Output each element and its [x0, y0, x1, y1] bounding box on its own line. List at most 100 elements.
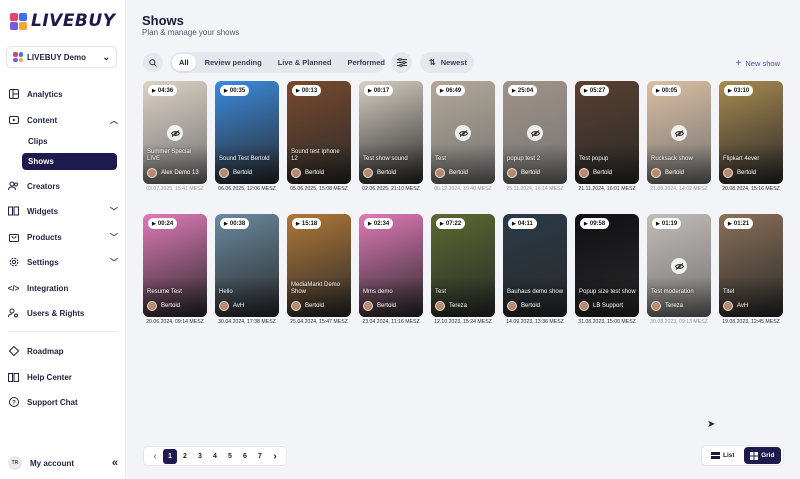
show-name: Test moderation	[651, 289, 694, 295]
creator-name: Bertold	[521, 303, 541, 309]
book-icon	[8, 372, 19, 383]
nav-widgets[interactable]: Widgets ﹀	[8, 203, 118, 219]
nav-content[interactable]: Content ︿	[8, 112, 118, 128]
show-thumbnail: ▶ 00:05 Rucksack show Bertold	[647, 81, 711, 184]
nav-analytics[interactable]: Analytics	[8, 86, 118, 102]
grid-view-button[interactable]: Grid	[743, 447, 781, 464]
show-thumbnail: ▶ 03:10 Flipkart 4ever Bertold	[719, 81, 783, 184]
tab-all[interactable]: All	[172, 54, 196, 71]
brand-name: LIVEBUY	[31, 11, 116, 31]
duration-badge: ▶ 00:17	[364, 85, 394, 96]
show-name: Test	[435, 289, 447, 295]
thumbnail-shade	[215, 277, 279, 317]
nav-roadmap[interactable]: Roadmap	[8, 343, 118, 359]
sort-button[interactable]: ⇅ Newest	[420, 52, 474, 73]
creator-name: Bertold	[161, 303, 181, 309]
show-card[interactable]: ▶ 00:05 Rucksack show Bertold 21.08.2024, 14…	[647, 81, 711, 199]
duration-badge: ▶ 00:05	[652, 85, 682, 96]
list-view-button[interactable]: List	[704, 447, 742, 464]
duration-badge: ▶ 04:11	[508, 218, 537, 229]
avatar	[507, 168, 517, 178]
filter-button[interactable]	[391, 52, 412, 73]
creator: LB Support	[579, 301, 623, 311]
show-card[interactable]: ▶ 03:10 Flipkart 4ever Bertold 20.08.2024, 1…	[719, 81, 783, 199]
prev-page-icon[interactable]: ‹	[148, 449, 162, 464]
nav-help-center[interactable]: Help Center	[8, 369, 118, 385]
duration-text: 25:04	[517, 87, 534, 94]
eye-off-icon	[671, 125, 687, 141]
duration-text: 09:58	[589, 220, 606, 227]
show-card[interactable]: ▶ 00:13 Sound test Iphone 12 Bertold 05.06.2…	[287, 81, 351, 199]
tab-live-planned[interactable]: Live & Planned	[271, 54, 339, 71]
show-card[interactable]: ▶ 06:49 Test Bertold 06.12.2024, 19:40 MESZ	[431, 81, 495, 199]
creator-name: Tereza	[665, 303, 684, 309]
page-button[interactable]: 6	[238, 449, 252, 464]
show-thumbnail: ▶ 01:19 Test moderation Tereza	[647, 214, 711, 317]
show-card[interactable]: ▶ 01:19 Test moderation Tereza 30.08.2023, 0…	[647, 214, 711, 332]
duration-text: 00:05	[661, 87, 678, 94]
search-button[interactable]	[143, 53, 163, 72]
show-card[interactable]: ▶ 00:17 Test show sound Bertold 02.06.2025, …	[359, 81, 423, 199]
duration-text: 00:17	[373, 87, 390, 94]
show-card[interactable]: ▶ 07:22 Test Tereza 12.10.2023, 15:24 MESZ	[431, 214, 495, 332]
thumbnail-shade	[647, 144, 711, 184]
new-show-button[interactable]: + New show	[736, 58, 780, 69]
show-card[interactable]: ▶ 05:27 Test popup Bertold 21.11.2024, 16:01…	[575, 81, 639, 199]
creator-name: Bertold	[377, 303, 397, 309]
page-button[interactable]: 7	[253, 449, 267, 464]
page-button[interactable]: 4	[208, 449, 222, 464]
nav-users-rights[interactable]: Users & Rights	[8, 305, 118, 321]
nav-products[interactable]: Products ﹀	[8, 229, 118, 245]
thumbnail-shade	[575, 144, 639, 184]
next-page-icon[interactable]: ›	[268, 449, 282, 464]
nav-settings[interactable]: Settings ﹀	[8, 254, 118, 270]
status-tabs: All Review pending Live & Planned Perfor…	[170, 52, 385, 73]
list-view-label: List	[722, 452, 735, 459]
nav-support-chat[interactable]: ? Support Chat	[8, 394, 118, 410]
creator-name: Bertold	[521, 170, 541, 176]
creator: Bertold	[363, 168, 396, 178]
nav-creators[interactable]: Creators	[8, 178, 118, 194]
play-icon: ▶	[728, 220, 732, 227]
nav-integration[interactable]: </> Integration	[8, 280, 118, 296]
duration-text: 04:36	[157, 87, 174, 94]
show-card[interactable]: ▶ 25:04 popup test 2 Bertold 25.11.2024, 16:…	[503, 81, 567, 199]
avatar	[651, 168, 661, 178]
eye-off-icon	[455, 125, 471, 141]
page-button[interactable]: 2	[178, 449, 192, 464]
show-card[interactable]: ▶ 15:18 MediaMarkt Demo Show Bertold 25.04.2…	[287, 214, 351, 332]
show-card[interactable]: ▶ 00:35 Sound Test Bertold Bertold 06.06.202…	[215, 81, 279, 199]
sort-label: Newest	[440, 58, 467, 67]
show-thumbnail: ▶ 00:17 Test show sound Bertold	[359, 81, 423, 184]
brand-logo[interactable]: LIVEBUY	[10, 11, 116, 31]
play-icon: ▶	[656, 87, 660, 94]
show-card[interactable]: ▶ 04:36 Summer Special LIVE Alex Demo 13 03.…	[143, 81, 207, 199]
my-account[interactable]: TR My account «	[8, 455, 118, 471]
collapse-sidebar-icon[interactable]: «	[112, 457, 118, 469]
show-name: Sound test Iphone 12	[291, 149, 340, 162]
show-thumbnail: ▶ 05:27 Test popup Bertold	[575, 81, 639, 184]
creator-name: Bertold	[305, 303, 325, 309]
tab-performed[interactable]: Performed	[340, 54, 392, 71]
play-icon: ▶	[512, 87, 516, 94]
nav-shows[interactable]: Shows	[22, 153, 117, 170]
show-thumbnail: ▶ 00:35 Sound Test Bertold Bertold	[215, 81, 279, 184]
thumbnail-shade	[359, 144, 423, 184]
page-button[interactable]: 5	[223, 449, 237, 464]
creator: Bertold	[219, 168, 252, 178]
page-button[interactable]: 3	[193, 449, 207, 464]
show-card[interactable]: ▶ 01:21 Titel AvH 19.08.2023, 12:45 MESZ	[719, 214, 783, 332]
show-thumbnail: ▶ 06:49 Test Bertold	[431, 81, 495, 184]
page-button[interactable]: 1	[163, 448, 177, 464]
show-card[interactable]: ▶ 02:34 Mms demo Bertold 23.04.2024, 11:16 M…	[359, 214, 423, 332]
show-card[interactable]: ▶ 00:24 Resume Test Bertold 20.06.2024, 09:1…	[143, 214, 207, 332]
show-thumbnail: ▶ 15:18 MediaMarkt Demo Show Bertold	[287, 214, 351, 317]
avatar	[723, 168, 733, 178]
nav-clips[interactable]: Clips	[22, 133, 117, 150]
show-card[interactable]: ▶ 09:58 Popup size test show LB Support 31.0…	[575, 214, 639, 332]
workspace-selector[interactable]: LIVEBUY Demo ⌄	[6, 46, 117, 68]
show-card[interactable]: ▶ 00:38 Hello AvH 30.04.2024, 17:38 MESZ	[215, 214, 279, 332]
show-card[interactable]: ▶ 04:11 Bauhaus demo show Bertold 14.09.2023…	[503, 214, 567, 332]
tab-review-pending[interactable]: Review pending	[198, 54, 269, 71]
show-name: Test	[435, 156, 447, 162]
